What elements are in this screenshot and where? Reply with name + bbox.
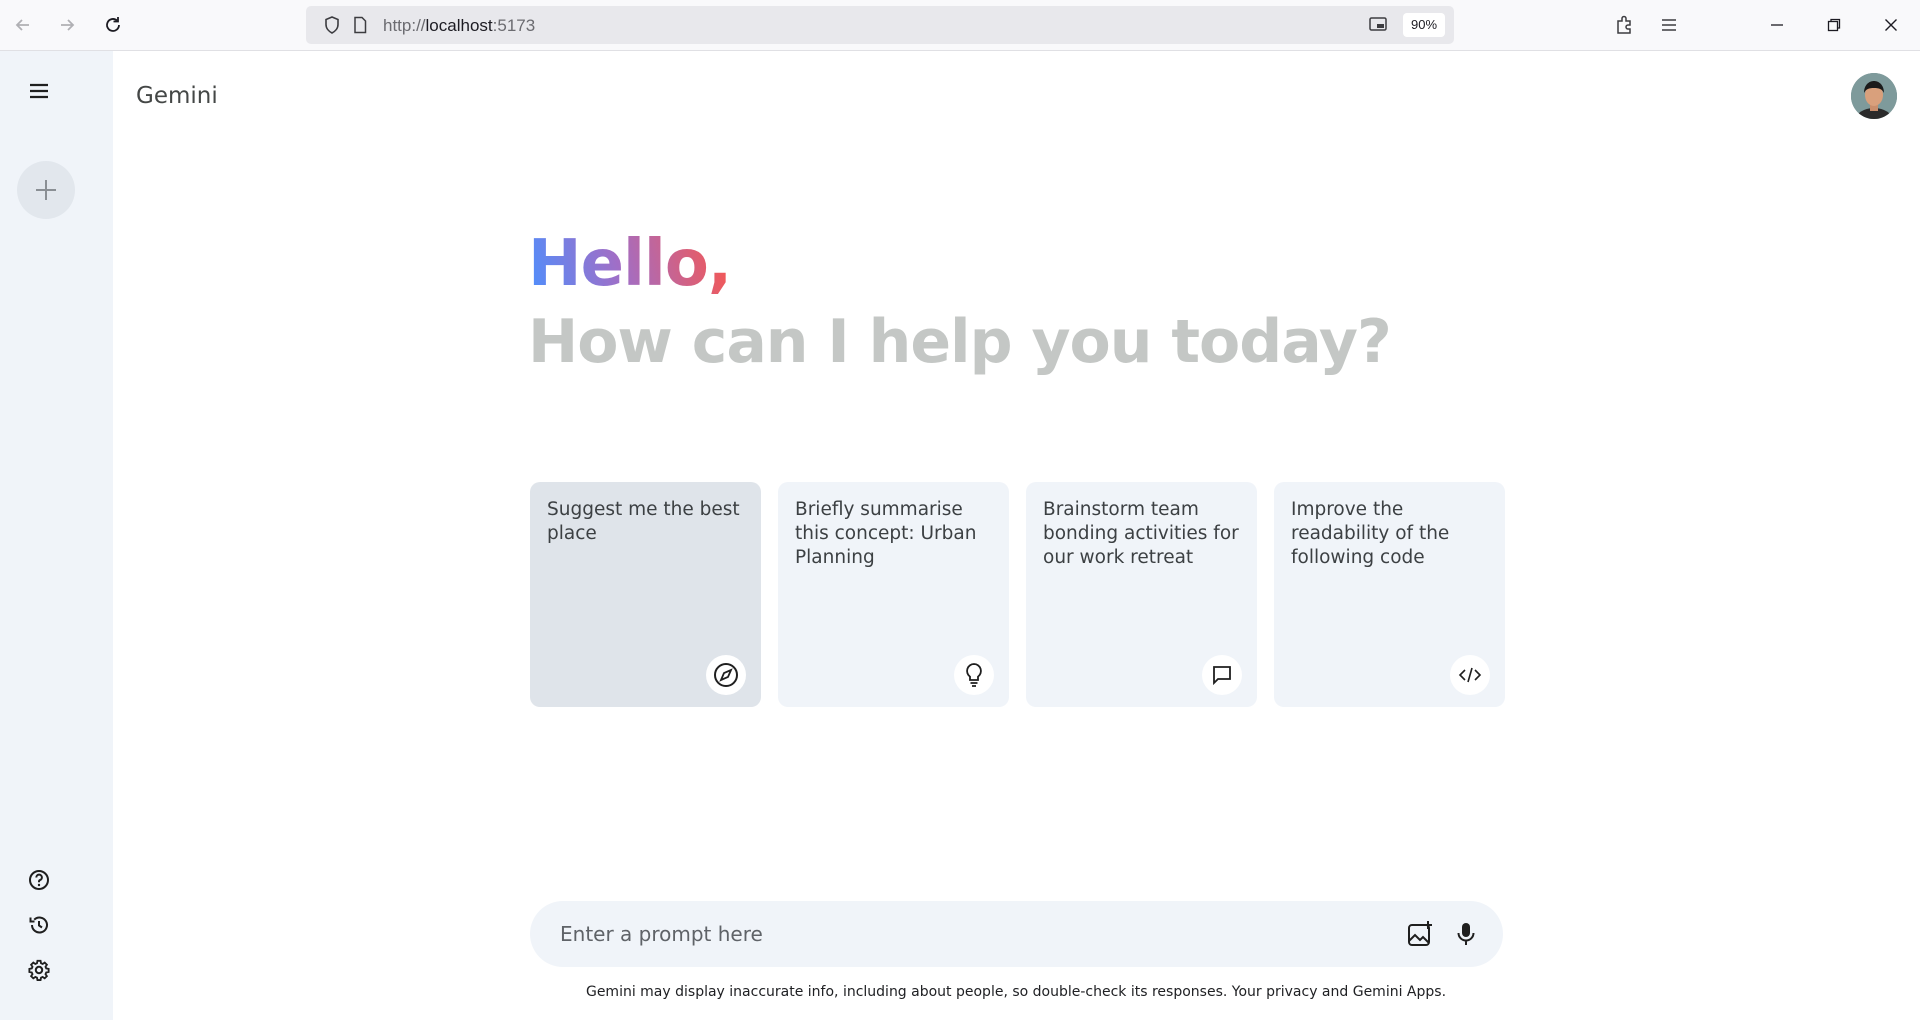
gear-icon: [28, 959, 50, 981]
card-text: Suggest me the best place: [547, 499, 740, 544]
card-text: Briefly summarise this concept: Urban Pl…: [795, 499, 977, 568]
browser-toolbar: http://localhost:5173 90%: [0, 0, 1920, 51]
suggestion-cards: Suggest me the best place Briefly summar…: [530, 482, 1505, 707]
image-upload-button[interactable]: [1404, 918, 1436, 950]
picture-in-picture-icon[interactable]: [1364, 11, 1392, 39]
microphone-button[interactable]: [1450, 918, 1482, 950]
minimize-icon[interactable]: [1763, 11, 1791, 39]
forward-button[interactable]: [52, 10, 82, 40]
compass-icon: [706, 655, 746, 695]
card-text: Brainstorm team bonding activities for o…: [1043, 499, 1239, 568]
zoom-level[interactable]: 90%: [1403, 13, 1445, 37]
sidebar-menu-button[interactable]: [24, 76, 54, 106]
suggestion-card[interactable]: Suggest me the best place: [530, 482, 761, 707]
lightbulb-icon: [954, 655, 994, 695]
menu-icon[interactable]: [1655, 11, 1683, 39]
microphone-icon: [1457, 923, 1475, 945]
close-icon[interactable]: [1877, 11, 1905, 39]
extensions-icon[interactable]: [1610, 11, 1638, 39]
prompt-box: [530, 901, 1503, 967]
settings-button[interactable]: [25, 956, 53, 984]
avatar[interactable]: [1851, 73, 1897, 119]
help-button[interactable]: [25, 866, 53, 894]
greeting-hello: Hello,: [528, 224, 732, 304]
prompt-input[interactable]: [560, 919, 1340, 949]
url-text: http://localhost:5173: [383, 16, 536, 35]
reload-icon: [106, 17, 120, 32]
shield-icon[interactable]: [318, 11, 346, 39]
card-text: Improve the readability of the following…: [1291, 499, 1450, 568]
address-bar[interactable]: http://localhost:5173 90%: [306, 6, 1454, 44]
page-icon: [346, 11, 374, 39]
hamburger-icon: [30, 83, 48, 99]
reload-button[interactable]: [98, 10, 128, 40]
code-icon: [1450, 655, 1490, 695]
add-image-icon: [1408, 921, 1432, 946]
suggestion-card[interactable]: Briefly summarise this concept: Urban Pl…: [778, 482, 1009, 707]
message-icon: [1202, 655, 1242, 695]
new-chat-button[interactable]: [17, 161, 75, 219]
plus-icon: [36, 180, 56, 200]
user-avatar-icon: [1851, 73, 1897, 119]
disclaimer-text: Gemini may display inaccurate info, incl…: [585, 984, 1447, 1000]
restore-icon[interactable]: [1820, 11, 1848, 39]
back-button[interactable]: [8, 10, 38, 40]
arrow-left-icon: [15, 19, 29, 31]
app-title: Gemini: [136, 83, 218, 109]
greeting-question: How can I help you today?: [528, 307, 1392, 377]
suggestion-card[interactable]: Brainstorm team bonding activities for o…: [1026, 482, 1257, 707]
help-icon: [29, 870, 49, 890]
history-icon: [29, 916, 48, 934]
activity-button[interactable]: [25, 911, 53, 939]
suggestion-card[interactable]: Improve the readability of the following…: [1274, 482, 1505, 707]
arrow-right-icon: [61, 19, 75, 31]
sidebar: [0, 51, 113, 1020]
